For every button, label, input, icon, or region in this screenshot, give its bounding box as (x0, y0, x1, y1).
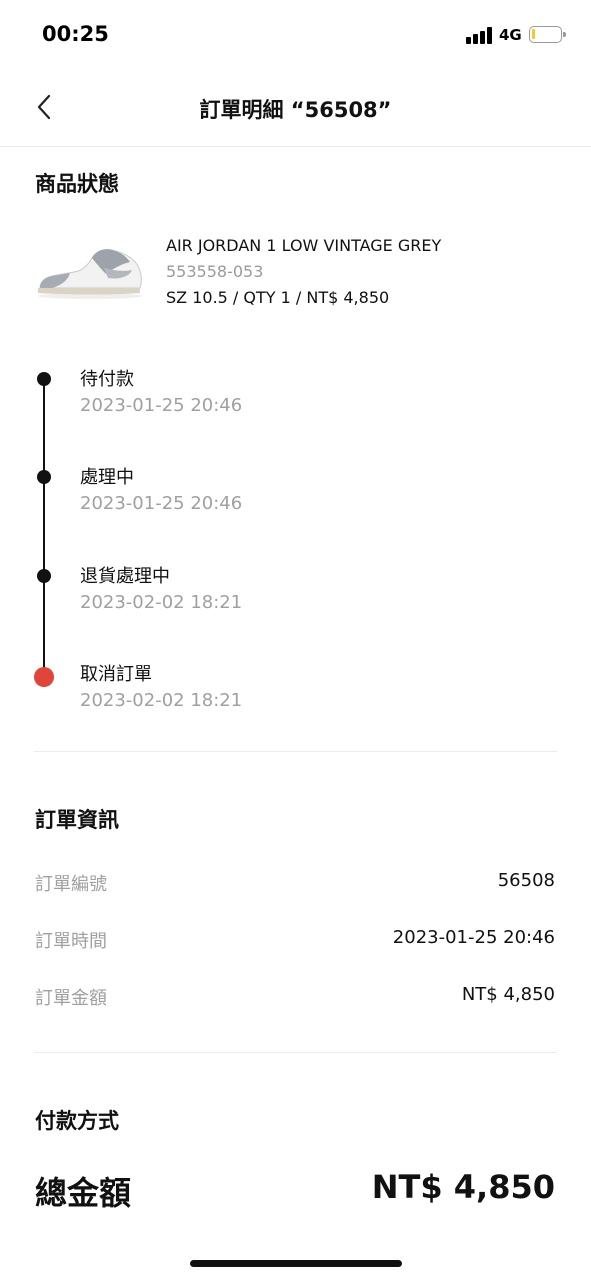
page-title: 訂單明細 “56508” (199, 98, 392, 122)
order-info-heading: 訂單資訊 (35, 808, 119, 832)
cellular-signal-icon (466, 26, 494, 44)
timeline-step-time: 2023-01-25 20:46 (80, 395, 243, 416)
timeline-step-time: 2023-01-25 20:46 (80, 493, 243, 514)
divider (34, 751, 557, 752)
timeline-step-label: 處理中 (80, 467, 134, 488)
timeline-step-label: 待付款 (80, 369, 134, 390)
timeline-dot (37, 372, 51, 386)
info-key-order-amount: 訂單金額 (35, 988, 107, 1009)
timeline-step-label: 取消訂單 (80, 664, 152, 685)
status-time: 00:25 (42, 22, 109, 46)
product-status-heading: 商品狀態 (35, 172, 119, 196)
timeline-dot (37, 470, 51, 484)
divider (34, 1052, 557, 1053)
navigation-bar: 訂單明細 “56508” (0, 72, 591, 147)
timeline-step-time: 2023-02-02 18:21 (80, 592, 243, 613)
product-name: AIR JORDAN 1 LOW VINTAGE GREY (166, 236, 442, 255)
info-key-order-number: 訂單編號 (35, 874, 107, 895)
product-image[interactable] (34, 238, 146, 302)
timeline-line (43, 379, 45, 677)
status-bar: 00:25 4G (0, 0, 591, 72)
info-value-order-time: 2023-01-25 20:46 (392, 927, 555, 948)
timeline-step-label: 退貨處理中 (80, 566, 170, 587)
timeline-current-dot (34, 667, 54, 687)
total-amount-value: NT$ 4,850 (371, 1168, 555, 1206)
product-size-qty-price: SZ 10.5 / QTY 1 / NT$ 4,850 (166, 288, 390, 307)
network-type: 4G (499, 26, 522, 44)
timeline-dot (37, 569, 51, 583)
timeline-step-time: 2023-02-02 18:21 (80, 690, 243, 711)
info-value-order-amount: NT$ 4,850 (461, 984, 555, 1005)
home-indicator[interactable] (190, 1260, 402, 1267)
payment-method-heading: 付款方式 (35, 1109, 119, 1133)
info-value-order-number: 56508 (497, 870, 555, 891)
product-sku: 553558-053 (166, 262, 264, 281)
total-amount-label: 總金額 (35, 1174, 132, 1212)
battery-icon (529, 26, 566, 43)
info-key-order-time: 訂單時間 (35, 931, 107, 952)
